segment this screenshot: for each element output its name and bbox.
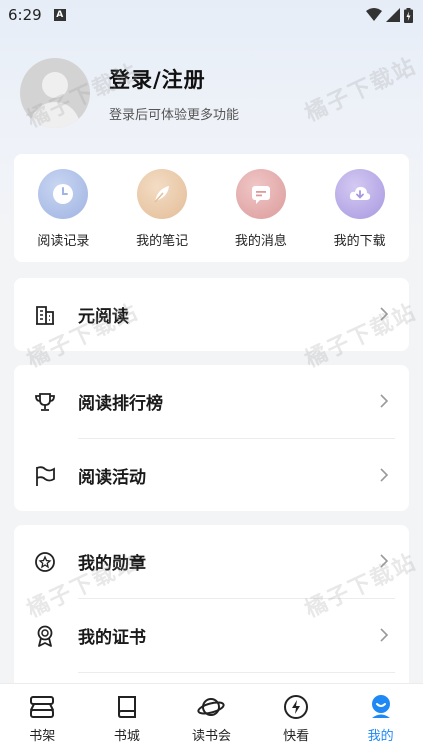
tab-label: 读书会 <box>191 729 231 744</box>
tab-bookstore[interactable]: 书城 <box>85 684 170 753</box>
tab-book-club[interactable]: 读书会 <box>169 684 254 753</box>
menu-item-label: 我的勋章 <box>78 554 146 574</box>
battery-icon <box>404 7 413 23</box>
chevron-right-icon <box>380 554 389 568</box>
tab-label: 快看 <box>283 729 310 744</box>
quick-action-reading-history[interactable]: 阅读记录 <box>14 154 113 262</box>
menu-item-yuan-reading[interactable]: 元阅读 <box>14 278 409 351</box>
signal-icon <box>386 8 400 22</box>
medal-icon <box>34 551 56 573</box>
message-icon <box>235 169 286 219</box>
notification-a-icon: A <box>53 9 66 21</box>
menu-item-label: 元阅读 <box>78 307 129 327</box>
login-hint: 登录后可体验更多功能 <box>109 107 240 123</box>
planet-icon <box>197 698 226 716</box>
quick-actions-card: 阅读记录 我的笔记 我的消息 我的下载 <box>14 154 409 262</box>
chevron-right-icon <box>380 394 389 408</box>
status-time: 6:29 <box>8 6 42 24</box>
building-icon <box>34 304 56 326</box>
avatar-head <box>42 72 68 98</box>
menu-item-reading-activities[interactable]: 阅读活动 <box>14 439 409 512</box>
status-bar: 6:29 A <box>0 0 423 30</box>
trophy-icon <box>34 391 56 413</box>
certificate-icon <box>34 625 56 647</box>
wifi-icon <box>366 8 382 21</box>
chevron-right-icon <box>380 628 389 642</box>
menu-item-my-certificates[interactable]: 我的证书 <box>14 599 409 672</box>
flag-icon <box>34 465 56 487</box>
menu-card-2: 阅读排行榜 阅读活动 <box>14 365 409 511</box>
menu-card-1: 元阅读 <box>14 278 409 351</box>
bookshelf-icon <box>30 696 55 718</box>
profile-header[interactable]: 登录/注册 登录后可体验更多功能 <box>20 56 239 130</box>
menu-card-3: 我的勋章 我的证书 <box>14 525 409 695</box>
tab-label: 书城 <box>113 729 140 744</box>
menu-item-label: 我的证书 <box>78 628 146 648</box>
profile-text: 登录/注册 登录后可体验更多功能 <box>109 64 239 123</box>
cloud-download-icon <box>334 169 385 219</box>
book-icon <box>117 696 136 718</box>
lightning-icon <box>284 695 309 719</box>
watermark: 橘子下载站 <box>301 53 421 127</box>
chevron-right-icon <box>380 307 389 321</box>
tab-label: 我的 <box>367 729 394 744</box>
quick-action-label: 我的消息 <box>234 234 287 249</box>
menu-item-my-medals[interactable]: 我的勋章 <box>14 525 409 598</box>
quick-action-my-downloads[interactable]: 我的下载 <box>310 154 409 262</box>
menu-item-label: 阅读排行榜 <box>78 394 163 414</box>
quick-action-my-notes[interactable]: 我的笔记 <box>113 154 212 262</box>
login-register-link[interactable]: 登录/注册 <box>109 64 239 94</box>
quick-action-label: 阅读记录 <box>37 234 90 249</box>
chevron-right-icon <box>380 468 389 482</box>
menu-item-reading-ranking[interactable]: 阅读排行榜 <box>14 365 409 438</box>
clock-icon <box>38 169 89 219</box>
feather-icon <box>137 169 188 219</box>
status-icons <box>366 7 413 23</box>
bottom-tab-bar: 书架 书城 读书会 快看 我的 <box>0 683 423 753</box>
profile-icon <box>371 695 390 718</box>
tab-mine[interactable]: 我的 <box>338 684 423 753</box>
tab-bookshelf[interactable]: 书架 <box>0 684 85 753</box>
tab-quick-view[interactable]: 快看 <box>254 684 339 753</box>
avatar-body <box>30 102 80 128</box>
quick-action-label: 我的笔记 <box>136 234 189 249</box>
divider <box>78 672 395 673</box>
tab-label: 书架 <box>29 729 56 744</box>
avatar[interactable] <box>20 58 90 128</box>
quick-action-label: 我的下载 <box>333 234 386 249</box>
menu-item-label: 阅读活动 <box>78 468 146 488</box>
quick-action-my-messages[interactable]: 我的消息 <box>212 154 311 262</box>
